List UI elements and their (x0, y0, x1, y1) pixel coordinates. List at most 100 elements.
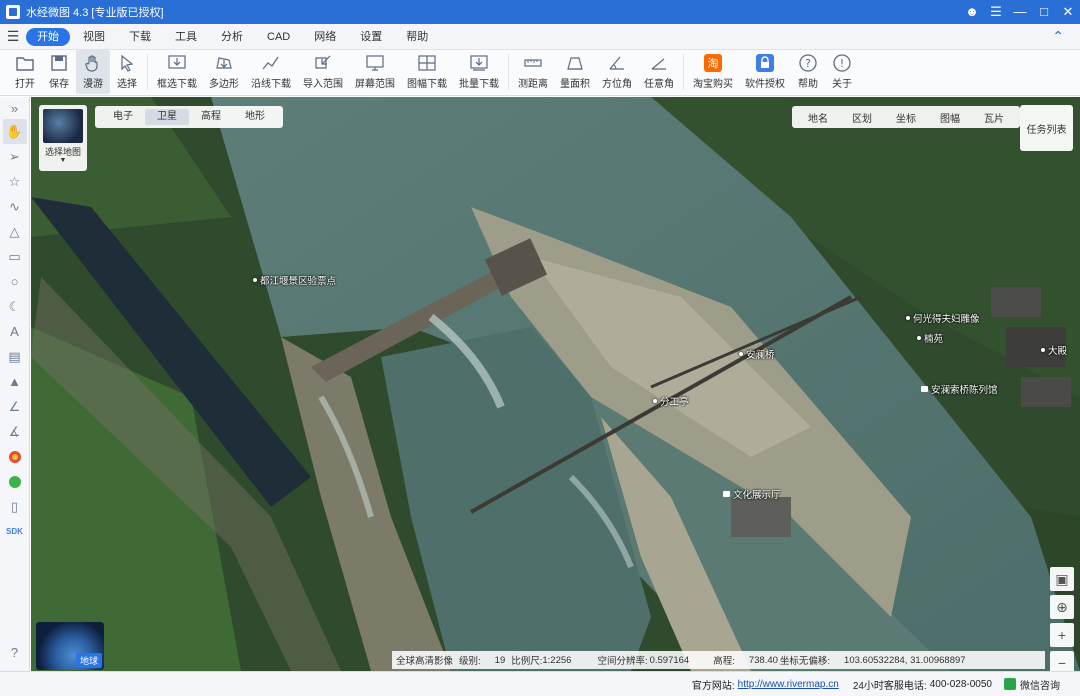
pan-tool-icon[interactable]: ✋ (2, 119, 27, 144)
angle-side-icon[interactable]: ∡ (3, 419, 27, 444)
hotline-label: 24小时客服电话: (852, 680, 927, 692)
map-view[interactable]: 选择地图 ▼ 电子 卫星 高程 地形 地名 区划 坐标 图幅 瓦片 任务列表 都… (31, 97, 1080, 671)
import-range-button[interactable]: 导入范围 (297, 50, 349, 94)
polygon-button[interactable]: 多边形 (203, 50, 245, 94)
help-button[interactable]: ? 帮助 (791, 50, 825, 94)
map-status-bar: 全球高清影像 级别: 19 比例尺: 1:2256 空间分辨率: 0.59716… (392, 651, 1045, 669)
close-icon[interactable]: ✕ (1056, 0, 1080, 24)
draw-rect-icon[interactable]: ▭ (3, 244, 27, 269)
site-label: 官方网站: (691, 680, 735, 692)
folder-icon (14, 53, 36, 73)
zoom-in-button[interactable]: + (1050, 623, 1074, 647)
license-button[interactable]: 软件授权 (739, 50, 791, 94)
polygon-icon (213, 53, 235, 73)
save-label: 保存 (49, 79, 69, 90)
import-range-label: 导入范围 (303, 79, 343, 90)
menu-start[interactable]: 开始 (26, 27, 70, 46)
map-type-terrain[interactable]: 地形 (233, 109, 277, 125)
plugin-icon[interactable] (3, 469, 27, 494)
expand-sidebar-icon[interactable]: » (3, 97, 27, 119)
google-earth-icon[interactable] (3, 444, 27, 469)
app-logo-icon (6, 5, 20, 19)
poi-label[interactable]: 安澜桥 (739, 347, 775, 361)
toggle-sheet[interactable]: 图幅 (928, 110, 972, 125)
wechat-consult-link[interactable]: 微信咨询 (1020, 677, 1060, 692)
menu-view[interactable]: 视图 (72, 28, 116, 46)
measure-distance-button[interactable]: 测距离 (512, 50, 554, 94)
draw-line-icon[interactable]: ∿ (3, 194, 27, 219)
draw-point-icon[interactable]: ☆ (3, 169, 27, 194)
menu-help[interactable]: 帮助 (395, 28, 439, 46)
globe-view-button[interactable]: 地球 (36, 622, 104, 670)
poi-name: 分工亭 (660, 397, 689, 408)
website-link[interactable]: http://www.rivermap.cn (738, 679, 839, 690)
measure-area-side-icon[interactable]: ▲ (3, 369, 27, 394)
toggle-placename[interactable]: 地名 (796, 110, 840, 125)
batch-download-icon (468, 53, 490, 73)
draw-circle-icon[interactable]: ○ (3, 269, 27, 294)
screen-range-button[interactable]: 屏幕范围 (349, 50, 401, 94)
azimuth-side-icon[interactable]: ∠ (3, 394, 27, 419)
select-tool-icon[interactable]: ➢ (3, 144, 27, 169)
poi-label[interactable]: 文化展示厅 (723, 487, 781, 501)
pan-button[interactable]: 漫游 (76, 50, 110, 94)
toggle-coordinate[interactable]: 坐标 (884, 110, 928, 125)
poi-label[interactable]: 楠苑 (917, 331, 943, 345)
task-list-button[interactable]: 任务列表 (1020, 105, 1073, 151)
menu-icon[interactable]: ☰ (984, 0, 1008, 24)
zoom-out-button[interactable]: − (1050, 651, 1074, 671)
select-map-button[interactable]: 选择地图 ▼ (39, 105, 87, 171)
open-button[interactable]: 打开 (8, 50, 42, 94)
measure-distance-side-icon[interactable]: ▤ (3, 344, 27, 369)
poi-label[interactable]: 都江堰景区验票点 (253, 273, 336, 287)
collapse-ribbon-icon[interactable]: ⌃ (1052, 28, 1064, 45)
draw-polygon-icon[interactable]: △ (3, 219, 27, 244)
taobao-buy-button[interactable]: 淘 淘宝购买 (687, 50, 739, 94)
select-label: 选择 (117, 79, 137, 90)
locate-icon[interactable]: ⊕ (1050, 595, 1074, 619)
menu-network[interactable]: 网络 (303, 28, 347, 46)
coordinate-label: 坐标无偏移: (779, 656, 831, 667)
hotline-number: 400-028-0050 (929, 678, 992, 690)
toggle-district[interactable]: 区划 (840, 110, 884, 125)
museum-pin-icon (921, 386, 928, 392)
menu-analysis[interactable]: 分析 (210, 28, 254, 46)
menu-tools[interactable]: 工具 (164, 28, 208, 46)
left-tool-sidebar: » ✋ ➢ ☆ ∿ △ ▭ ○ ☾ A ▤ ▲ ∠ ∡ ▯ SDK ? (0, 97, 30, 671)
poi-label[interactable]: 安澜索桥陈列馆 (921, 382, 998, 396)
measure-area-button[interactable]: 量面积 (554, 50, 596, 94)
save-button[interactable]: 保存 (42, 50, 76, 94)
map-type-satellite[interactable]: 卫星 (145, 109, 189, 125)
user-icon[interactable]: ☻ (960, 0, 984, 24)
poi-dot-icon (906, 316, 910, 320)
menu-download[interactable]: 下载 (118, 28, 162, 46)
poi-label[interactable]: 何光得夫妇雕像 (906, 311, 980, 325)
scale-value: 1:2256 (542, 654, 572, 666)
poi-label[interactable]: 分工亭 (653, 394, 689, 408)
batch-download-button[interactable]: 批量下载 (453, 50, 505, 94)
about-button[interactable]: ! 关于 (825, 50, 859, 94)
box-download-button[interactable]: 框选下载 (151, 50, 203, 94)
maximize-icon[interactable]: □ (1032, 0, 1056, 24)
minimize-icon[interactable]: — (1008, 0, 1032, 24)
about-label: 关于 (832, 79, 852, 90)
any-angle-button[interactable]: 任意角 (638, 50, 680, 94)
menu-settings[interactable]: 设置 (349, 28, 393, 46)
title-bar: 水经微图 4.3 [专业版已授权] ☻ ☰ — □ ✕ (0, 0, 1080, 24)
polyline-download-button[interactable]: 沿线下载 (245, 50, 297, 94)
draw-text-icon[interactable]: A (3, 319, 27, 344)
poi-label[interactable]: 大殿 (1041, 343, 1067, 357)
fullscreen-icon[interactable]: ▣ (1050, 567, 1074, 591)
map-type-elevation[interactable]: 高程 (189, 109, 233, 125)
hamburger-icon[interactable]: ☰ (0, 28, 26, 45)
toggle-tile[interactable]: 瓦片 (972, 110, 1016, 125)
sheet-download-button[interactable]: 图幅下载 (401, 50, 453, 94)
map-type-electronic[interactable]: 电子 (101, 109, 145, 125)
select-button[interactable]: 选择 (110, 50, 144, 94)
sdk-icon[interactable]: SDK (3, 519, 27, 544)
help-side-icon[interactable]: ? (3, 640, 27, 665)
phone-icon[interactable]: ▯ (3, 494, 27, 519)
menu-cad[interactable]: CAD (256, 28, 301, 46)
azimuth-button[interactable]: 方位角 (596, 50, 638, 94)
draw-sector-icon[interactable]: ☾ (3, 294, 27, 319)
